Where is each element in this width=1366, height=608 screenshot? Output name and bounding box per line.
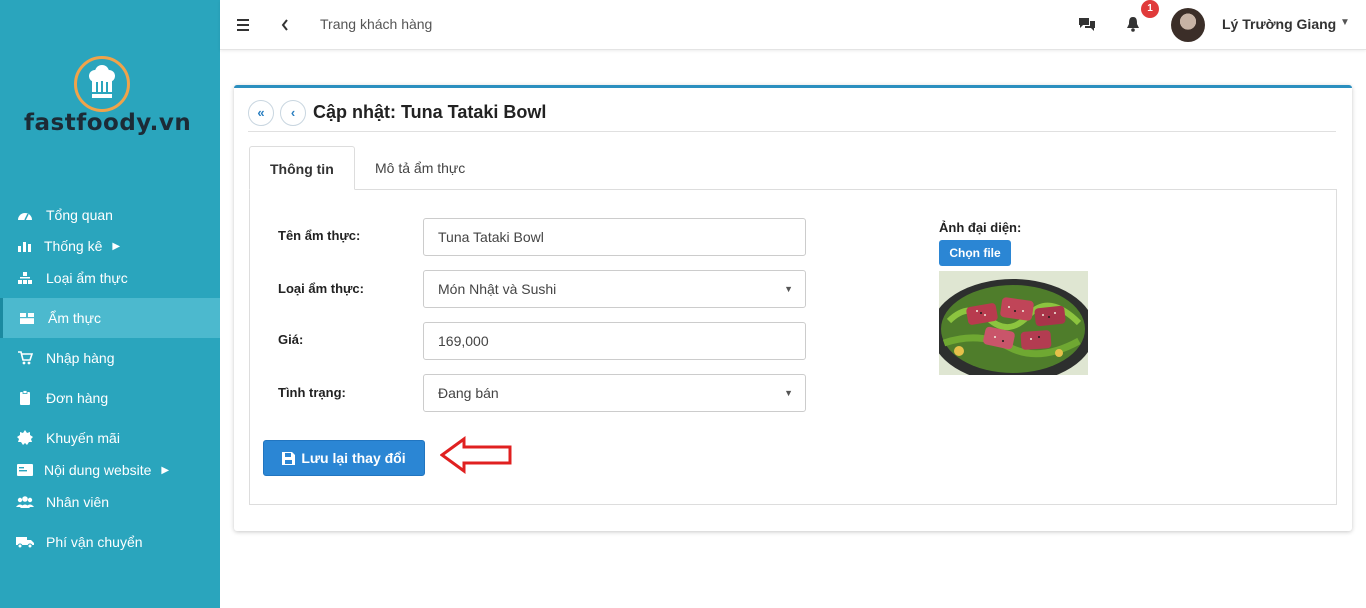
sitemap-icon [16,270,34,286]
user-name[interactable]: Lý Trường Giang [1222,16,1336,32]
users-icon [16,494,34,510]
card-header: « ‹ Cập nhật: Tuna Tataki Bowl [248,98,1336,132]
category-label: Loại ẩm thực: [278,281,364,296]
save-changes-button[interactable]: Lưu lại thay đổi [263,440,425,476]
price-label: Giá: [278,332,304,347]
annotation-arrow-icon [439,436,514,479]
sidebar-item-label: Ẩm thực [48,310,101,326]
sidebar: fastfoody.vn Tổng quan Thống kê ▶ Loại ẩ… [0,0,220,608]
save-button-label: Lưu lại thay đổi [301,450,406,466]
floppy-disk-icon [282,451,296,465]
tab-panel-info: Tên ẩm thực: Tuna Tataki Bowl Loại ẩm th… [249,189,1337,505]
dish-image [939,271,1088,375]
chef-hat-logo-icon [74,56,130,112]
top-bar: Trang khách hàng 1 Lý Trường Giang ▼ [220,0,1366,50]
chat-icon[interactable] [1078,16,1096,37]
sidebar-item-don-hang[interactable]: Đơn hàng [0,379,220,417]
caret-down-icon: ▼ [784,388,793,398]
sidebar-item-label: Phí vận chuyển [46,534,143,550]
sidebar-item-label: Thống kê [44,238,103,254]
hamburger-menu-icon[interactable] [236,15,250,35]
brand-name: fastfoody.vn [24,110,192,136]
notification-badge: 1 [1141,0,1159,18]
sidebar-item-label: Nhân viên [46,494,110,510]
cart-icon [16,350,34,366]
category-select[interactable]: Món Nhật và Sushi ▼ [423,270,806,308]
name-input[interactable]: Tuna Tataki Bowl [423,218,806,256]
sidebar-item-label: Tổng quan [46,207,113,223]
back-chevron-icon[interactable] [280,15,290,40]
status-select[interactable]: Đang bán ▼ [423,374,806,412]
price-input[interactable]: 169,000 [423,322,806,360]
tab-bar: Thông tin Mô tả ẩm thực [249,146,1337,190]
bar-chart-icon [16,238,34,254]
id-card-icon [16,462,34,478]
sidebar-item-am-thuc[interactable]: Ẩm thực [0,298,220,338]
status-select-value: Đang bán [438,385,499,401]
topbar-title: Trang khách hàng [320,16,433,32]
page-title: Cập nhật: Tuna Tataki Bowl [313,102,547,122]
brand-logo[interactable]: fastfoody.vn [24,56,194,146]
chevron-left-icon[interactable]: ‹ [280,100,306,126]
choose-file-button[interactable]: Chọn file [939,240,1011,266]
sidebar-item-label: Nội dung website [44,462,152,478]
sidebar-item-label: Nhập hàng [46,350,115,366]
tab-thong-tin[interactable]: Thông tin [249,146,355,190]
sidebar-item-loai-am-thuc[interactable]: Loại ẩm thực [0,259,220,297]
name-label: Tên ẩm thực: [278,228,361,243]
chevron-down-icon[interactable]: ▼ [1340,17,1350,28]
sidebar-item-phi-van-chuyen[interactable]: Phí vận chuyển [0,523,220,561]
category-select-value: Món Nhật và Sushi [438,281,557,297]
caret-right-icon: ▶ [112,240,121,252]
status-label: Tình trạng: [278,385,346,400]
tab-mo-ta-am-thuc[interactable]: Mô tả ẩm thực [355,146,485,190]
avatar-label: Ảnh đại diện: [939,220,1022,235]
caret-down-icon: ▼ [784,284,793,294]
sidebar-item-nhap-hang[interactable]: Nhập hàng [0,339,220,377]
truck-icon [16,534,34,550]
sidebar-item-nhan-vien[interactable]: Nhân viên [0,483,220,521]
sidebar-item-label: Loại ẩm thực [46,270,128,286]
gear-badge-icon [16,430,34,446]
sidebar-item-label: Khuyến mãi [46,430,120,446]
caret-right-icon: ▶ [161,464,170,476]
update-card: « ‹ Cập nhật: Tuna Tataki Bowl Thông tin… [234,85,1352,531]
sidebar-item-label: Đơn hàng [46,390,109,406]
user-avatar[interactable] [1171,8,1205,42]
double-chevron-left-icon[interactable]: « [248,100,274,126]
dashboard-icon [16,207,34,223]
bell-icon[interactable] [1126,15,1140,38]
box-icon [18,310,36,326]
clipboard-icon [16,390,34,406]
